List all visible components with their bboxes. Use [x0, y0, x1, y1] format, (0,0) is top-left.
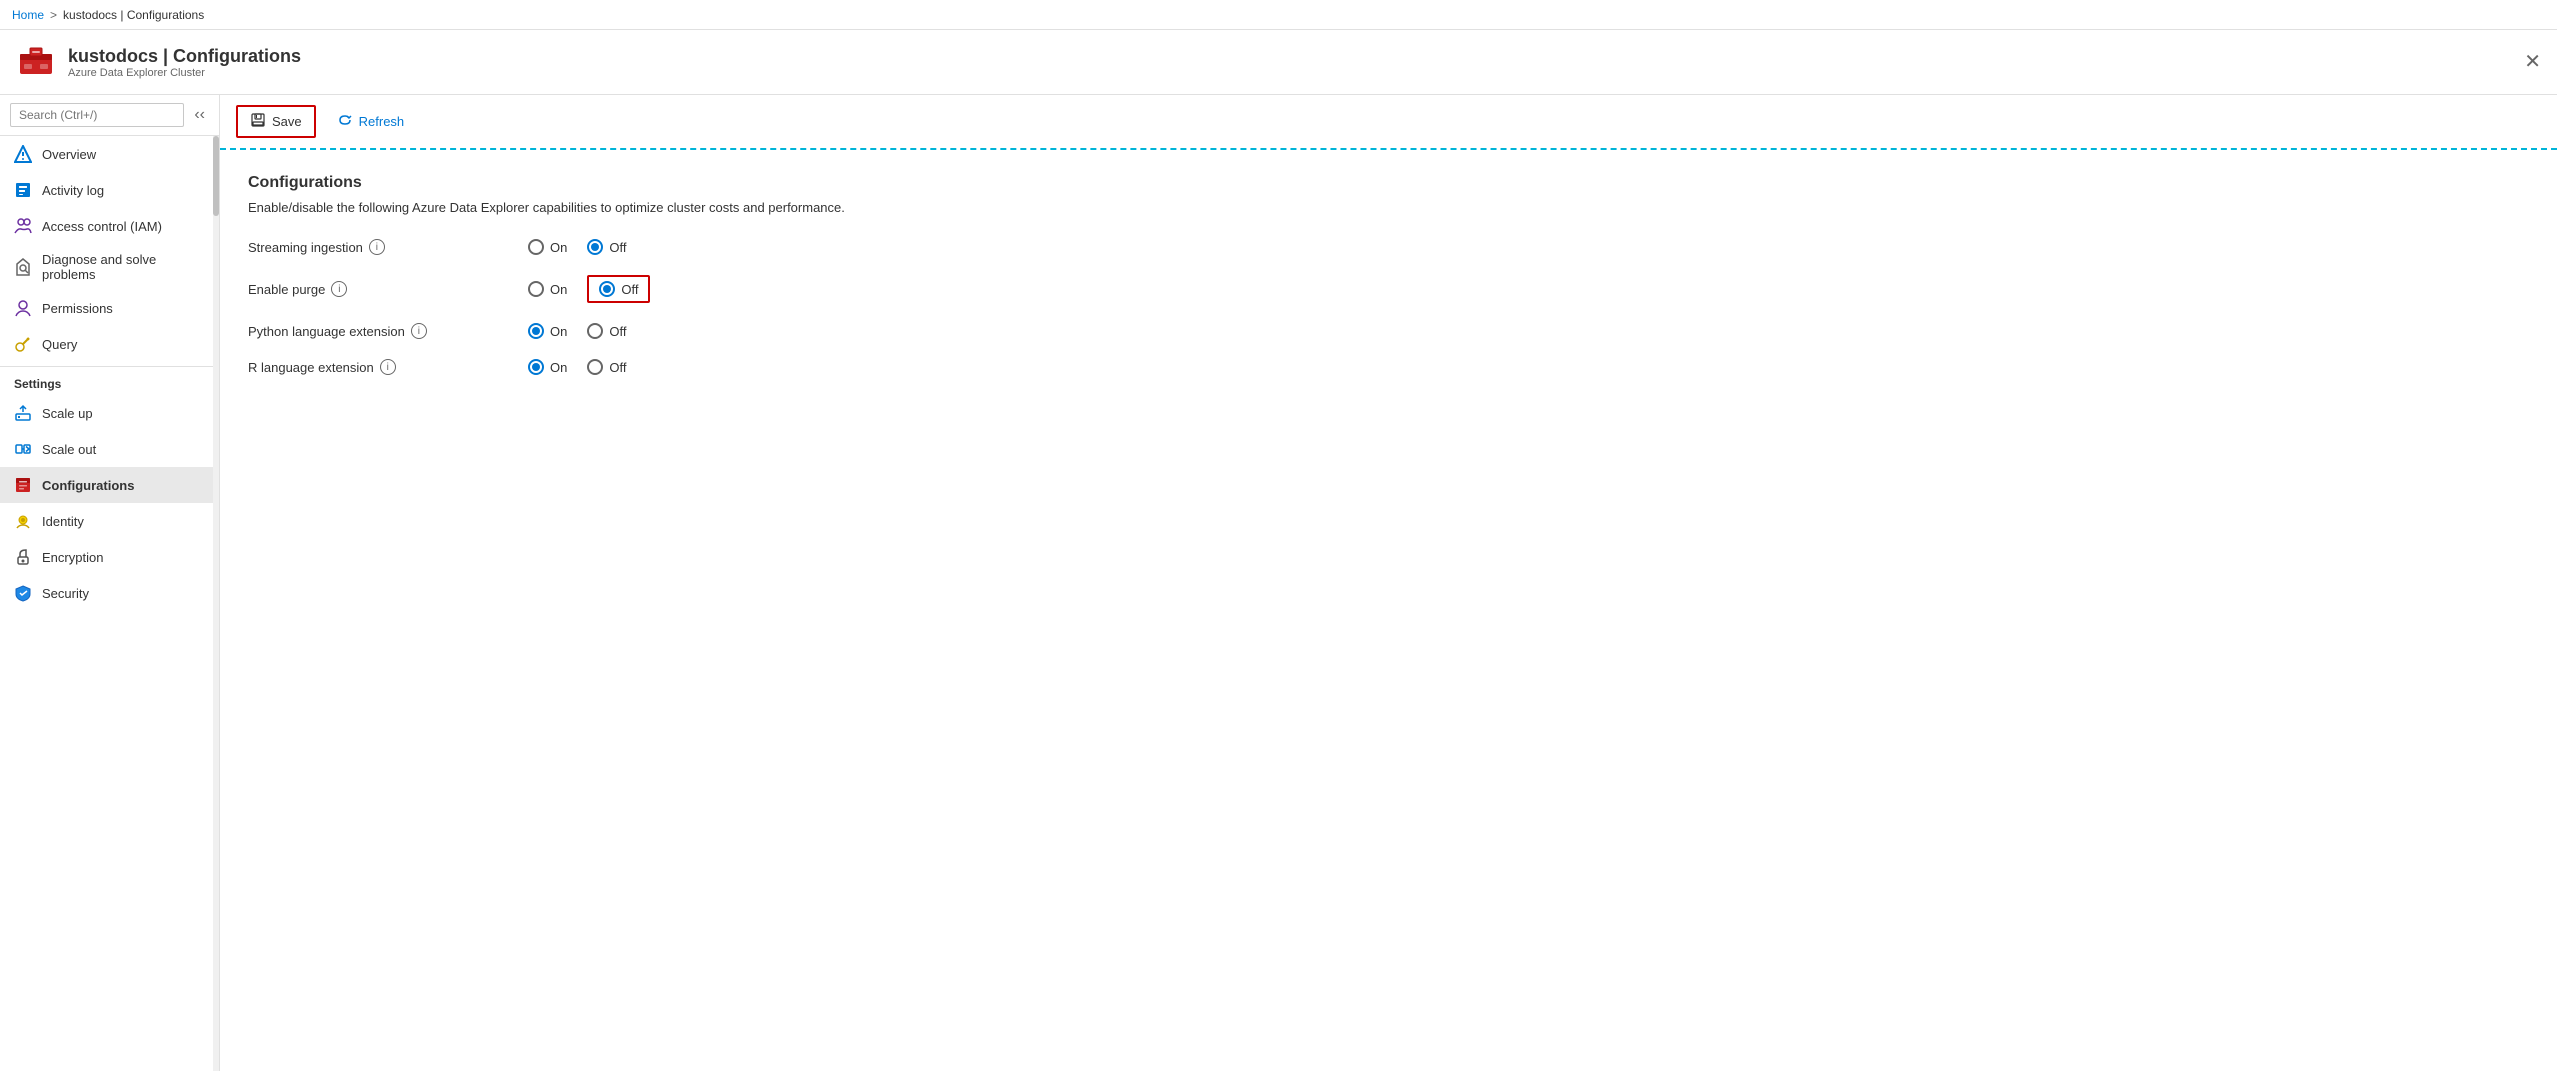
enable-purge-off[interactable]: Off [587, 275, 650, 303]
content-description: Enable/disable the following Azure Data … [248, 200, 2529, 215]
refresh-button[interactable]: Refresh [324, 106, 418, 137]
sidebar-item-security[interactable]: Security [0, 575, 219, 611]
scale-up-icon [14, 404, 32, 422]
collapse-button[interactable]: ‹‹ [190, 104, 209, 126]
sidebar-item-configurations-label: Configurations [42, 478, 134, 493]
breadcrumb-current: kustodocs | Configurations [63, 8, 204, 22]
permissions-icon [14, 299, 32, 317]
sidebar-item-activity-log[interactable]: Activity log [0, 172, 219, 208]
sidebar-item-diagnose-label: Diagnose and solve problems [42, 252, 205, 282]
query-icon [14, 335, 32, 353]
r-extension-off[interactable]: Off [587, 359, 626, 375]
streaming-ingestion-radio-group: On Off [528, 239, 626, 255]
search-input[interactable] [10, 103, 184, 127]
sidebar-item-encryption-label: Encryption [42, 550, 103, 565]
sidebar-item-configurations[interactable]: Configurations [0, 467, 219, 503]
sidebar-item-activity-label: Activity log [42, 183, 104, 198]
save-label: Save [272, 114, 302, 129]
encryption-icon [14, 548, 32, 566]
scrollbar-thumb[interactable] [213, 136, 219, 216]
page-title: kustodocs | Configurations [68, 46, 301, 67]
sidebar-item-scale-up[interactable]: Scale up [0, 395, 219, 431]
python-extension-on[interactable]: On [528, 323, 567, 339]
config-icon [14, 476, 32, 494]
breadcrumb-home[interactable]: Home [12, 8, 44, 22]
save-icon [250, 112, 266, 131]
resource-icon [16, 42, 56, 82]
r-extension-row: R language extension i On Off [248, 359, 2529, 375]
security-icon [14, 584, 32, 602]
enable-purge-radio-group: On Off [528, 275, 650, 303]
identity-icon [14, 512, 32, 530]
scale-out-icon [14, 440, 32, 458]
enable-purge-info-icon[interactable]: i [331, 281, 347, 297]
content-area: Configurations Enable/disable the follow… [220, 150, 2557, 419]
sidebar-item-encryption[interactable]: Encryption [0, 539, 219, 575]
python-extension-info-icon[interactable]: i [411, 323, 427, 339]
breadcrumb-separator: > [50, 8, 57, 22]
breadcrumb-bar: Home > kustodocs | Configurations [0, 0, 2557, 30]
sidebar-item-permissions-label: Permissions [42, 301, 113, 316]
enable-purge-label: Enable purge i [248, 281, 528, 297]
page-subtitle: Azure Data Explorer Cluster [68, 67, 301, 79]
python-extension-radio-group: On Off [528, 323, 626, 339]
search-bar: ‹‹ [0, 95, 219, 136]
r-extension-label: R language extension i [248, 359, 528, 375]
sidebar-item-overview[interactable]: Overview [0, 136, 219, 172]
enable-purge-on[interactable]: On [528, 281, 567, 297]
overview-icon [14, 145, 32, 163]
streaming-ingestion-info-icon[interactable]: i [369, 239, 385, 255]
header-text: kustodocs | Configurations Azure Data Ex… [68, 46, 301, 79]
sidebar-nav: Overview Activity log Access control (IA… [0, 136, 219, 1071]
sidebar-item-identity-label: Identity [42, 514, 84, 529]
r-extension-radio-group: On Off [528, 359, 626, 375]
r-extension-on[interactable]: On [528, 359, 567, 375]
content-title: Configurations [248, 174, 2529, 192]
sidebar-item-overview-label: Overview [42, 147, 96, 162]
page-header: kustodocs | Configurations Azure Data Ex… [0, 30, 2557, 95]
sidebar-item-scale-out[interactable]: Scale out [0, 431, 219, 467]
sidebar-item-iam-label: Access control (IAM) [42, 219, 162, 234]
python-extension-row: Python language extension i On Off [248, 323, 2529, 339]
iam-icon [14, 217, 32, 235]
sidebar-item-permissions[interactable]: Permissions [0, 290, 219, 326]
sidebar-item-iam[interactable]: Access control (IAM) [0, 208, 219, 244]
streaming-ingestion-off[interactable]: Off [587, 239, 626, 255]
sidebar-item-diagnose[interactable]: Diagnose and solve problems [0, 244, 219, 290]
main-content: Save Refresh Configurations Enable/disab… [220, 95, 2557, 1071]
sidebar-item-query-label: Query [42, 337, 77, 352]
refresh-label: Refresh [359, 114, 405, 129]
sidebar: ‹‹ Overview Activity log [0, 95, 220, 1071]
save-button[interactable]: Save [236, 105, 316, 138]
scrollbar-track [213, 136, 219, 1071]
enable-purge-row: Enable purge i On Off [248, 275, 2529, 303]
refresh-icon [337, 112, 353, 131]
python-extension-off[interactable]: Off [587, 323, 626, 339]
diagnose-icon [14, 258, 32, 276]
main-layout: ‹‹ Overview Activity log [0, 95, 2557, 1071]
adx-icon [18, 44, 54, 80]
sidebar-item-scale-up-label: Scale up [42, 406, 93, 421]
python-extension-label: Python language extension i [248, 323, 528, 339]
streaming-ingestion-label: Streaming ingestion i [248, 239, 528, 255]
close-button[interactable]: ✕ [2524, 52, 2541, 72]
toolbar: Save Refresh [220, 95, 2557, 150]
sidebar-item-identity[interactable]: Identity [0, 503, 219, 539]
r-extension-info-icon[interactable]: i [380, 359, 396, 375]
sidebar-item-scale-out-label: Scale out [42, 442, 96, 457]
activity-icon [14, 181, 32, 199]
streaming-ingestion-row: Streaming ingestion i On Off [248, 239, 2529, 255]
sidebar-item-query[interactable]: Query [0, 326, 219, 362]
settings-section-label: Settings [0, 366, 219, 395]
sidebar-item-security-label: Security [42, 586, 89, 601]
streaming-ingestion-on[interactable]: On [528, 239, 567, 255]
